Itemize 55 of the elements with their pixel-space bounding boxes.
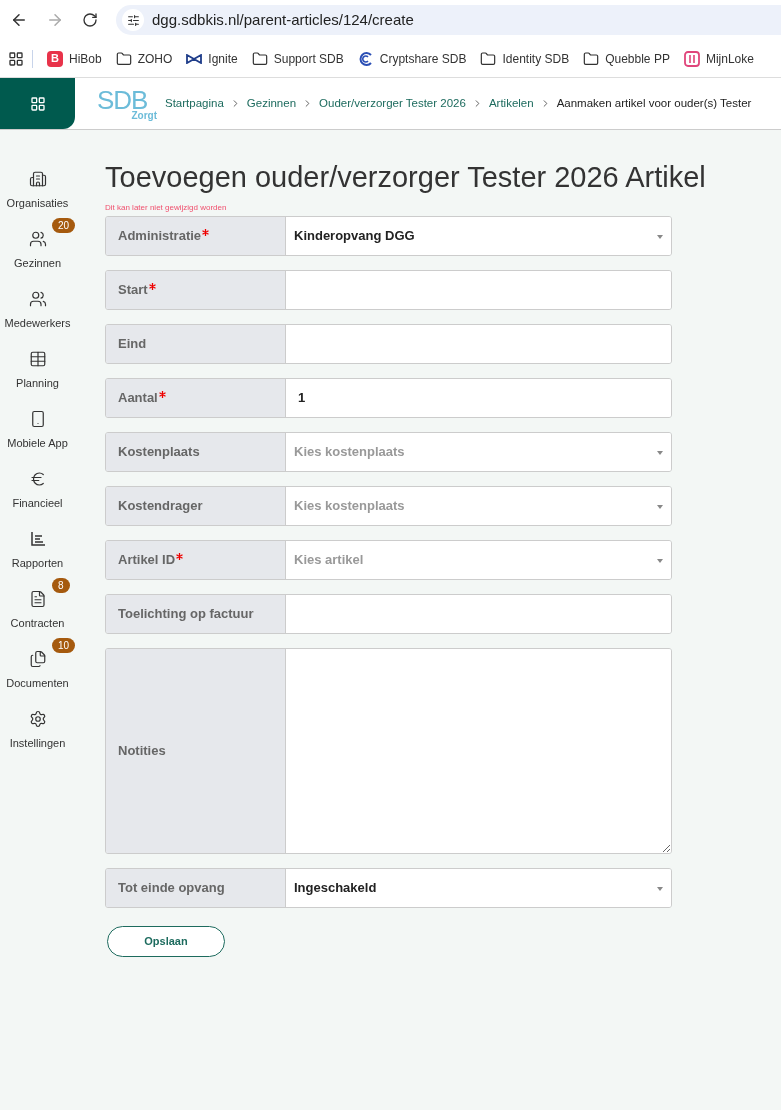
bookmark[interactable]: MijnLoke [683,49,754,68]
url-text: dgg.sdbkis.nl/parent-articles/124/create [152,9,414,30]
bookmark[interactable]: Quebble PP [583,49,670,68]
site-settings-icon[interactable] [126,13,140,27]
logo-icon [683,50,700,67]
sidebar-item[interactable]: Planning [0,350,75,392]
bowtie-icon [186,53,203,64]
back-icon[interactable] [10,11,28,29]
sidebar-item[interactable]: Gezinnen [0,230,75,272]
sidebar-item[interactable]: Mobiele App [0,410,75,452]
bookmark[interactable]: Ignite [186,49,238,68]
document-icon [28,590,47,608]
sidebar-item[interactable]: Contracten [0,590,75,632]
warning-text: Dit kan later niet gewijzigd worden [105,202,228,214]
bookmark[interactable]: Identity SDB [480,49,570,68]
sidebar-item[interactable]: Instellingen [0,710,75,752]
page-title: Toevoegen ouder/verzorger Tester 2026 Artikel [105,160,706,195]
folder-icon [583,50,600,67]
files-icon [28,650,47,668]
bookmark[interactable]: ZOHO [115,49,173,68]
sidebar-item[interactable]: Financieel [0,470,75,512]
chart-icon [28,530,47,548]
address-bar[interactable]: dgg.sdbkis.nl/parent-articles/124/create [116,5,781,35]
reload-icon[interactable] [82,12,98,28]
menu-tile[interactable] [0,78,75,129]
breadcrumb-link[interactable]: Gezinnen [246,94,297,113]
sidebar-item[interactable]: Rapporten [0,530,75,572]
breadcrumb-current: Aanmaken artikel voor ouder(s) Tester [556,95,752,111]
bookmark[interactable]: Cryptshare SDB [357,49,467,68]
settings-icon [28,710,47,728]
breadcrumb-link[interactable]: Startpagina [165,94,224,113]
folder-icon [115,50,132,67]
building-icon [28,170,47,188]
breadcrumb-link[interactable]: Artikelen [488,94,534,113]
breadcrumb-link[interactable]: Ouder/verzorger Tester 2026 [319,94,466,113]
menu-icon[interactable] [29,95,46,112]
people-icon [28,290,47,308]
table-icon [28,350,47,368]
bookmark[interactable]: Support SDB [251,49,344,68]
people-icon [28,230,47,248]
logo-icon: B [47,50,63,67]
ring-icon [357,50,374,67]
count-badge: 20 [52,218,76,233]
bookmark[interactable]: B HiBob [47,49,102,68]
logo: SDB Zorgt [97,83,157,123]
sidebar-item[interactable]: Medewerkers [0,290,75,332]
count-badge: 10 [52,638,76,653]
folder-icon [251,50,268,67]
save-button[interactable]: Opslaan [107,926,225,957]
folder-icon [480,50,497,67]
apps-icon[interactable] [8,50,24,67]
count-badge: 8 [52,578,70,593]
sidebar-item[interactable]: Organisaties [0,170,75,212]
sidebar-item[interactable]: Documenten [0,650,75,692]
euro-icon [28,470,47,488]
